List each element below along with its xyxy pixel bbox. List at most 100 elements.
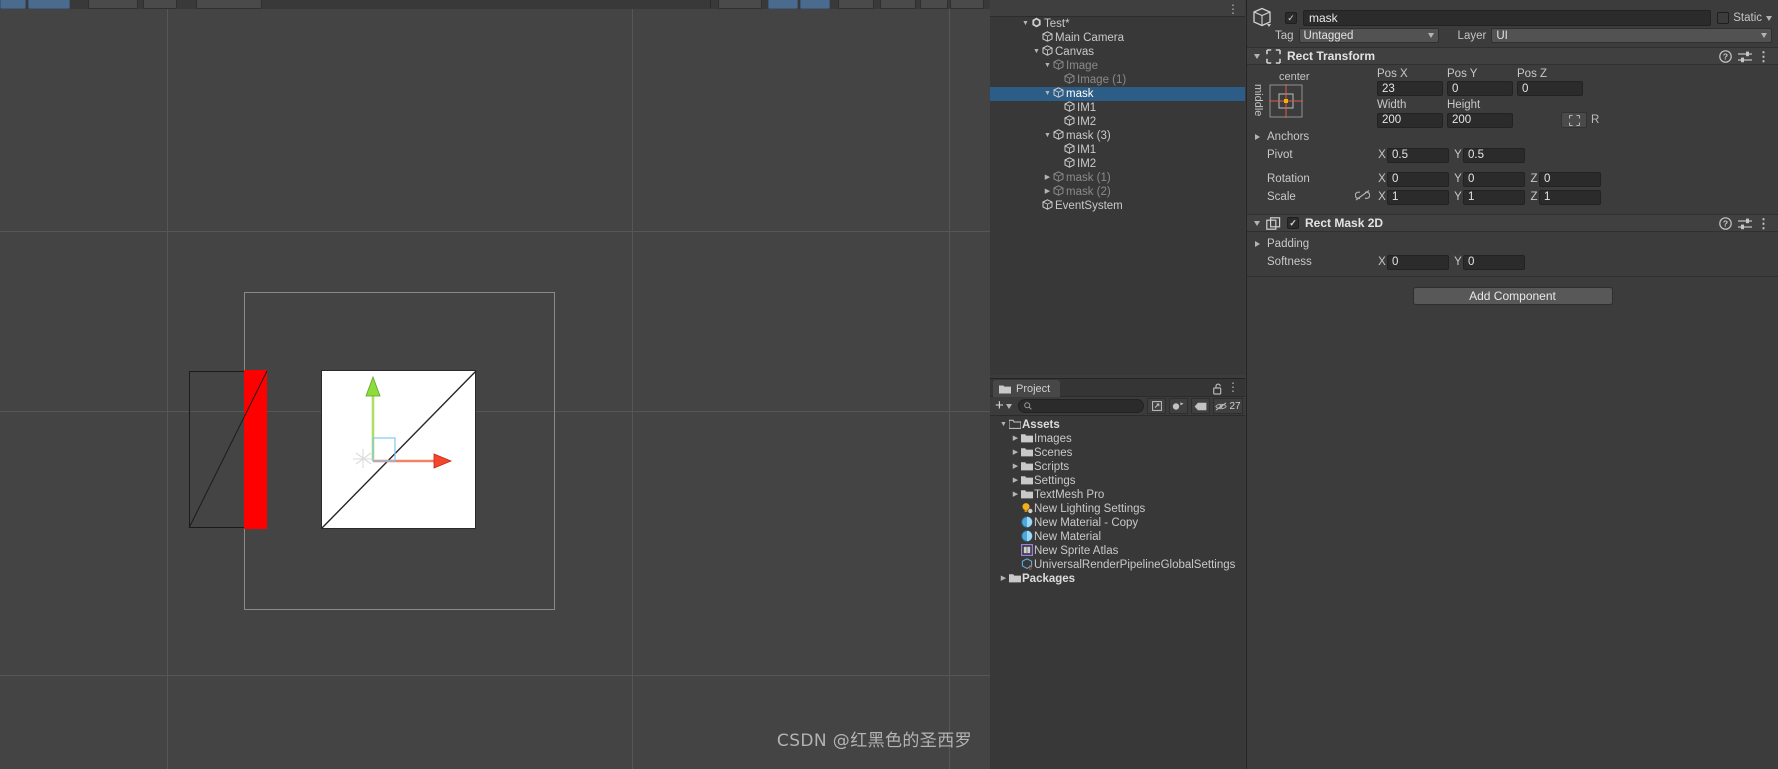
toolbar-button-layers[interactable] [920,0,948,9]
gameobject-name-field[interactable]: mask [1303,10,1712,26]
hierarchy-item-mask[interactable]: ▼ mask [990,87,1245,101]
project-item-textmesh-pro[interactable]: ▶ TextMesh Pro [990,488,1245,502]
project-item-assets[interactable]: ▼ Assets [990,418,1245,432]
softness-x-field[interactable]: 0 [1387,254,1449,270]
collapse-triangle-icon[interactable]: ▼ [1042,87,1053,101]
expand-triangle-icon[interactable]: ▶ [1010,446,1021,460]
collapse-triangle-icon[interactable]: ▼ [1031,45,1042,59]
project-filter-by-label-icon[interactable] [1191,398,1210,414]
static-toggle-group[interactable]: Static [1717,12,1778,24]
height-field[interactable]: 200 [1447,112,1513,128]
hierarchy-item-im1[interactable]: ▶ IM1 [990,101,1245,115]
component-kebab-menu-icon[interactable]: ⋮ [1757,216,1770,232]
toolbar-button-step[interactable] [838,0,874,9]
project-item-scenes[interactable]: ▶ Scenes [990,446,1245,460]
expand-triangle-icon[interactable]: ▶ [1010,488,1021,502]
project-item-new-material-copy[interactable]: ▶ New Material - Copy [990,515,1245,530]
hierarchy-item-mask-2[interactable]: ▶ mask (2) [990,185,1245,199]
hierarchy-item-mask-1[interactable]: ▶ mask (1) [990,171,1245,185]
preset-icon[interactable] [1738,51,1752,66]
scale-x-field[interactable]: 1 [1387,189,1449,205]
collapse-triangle-icon[interactable]: ▼ [1042,129,1053,143]
hierarchy-item-im2[interactable]: ▶ IM2 [990,157,1245,171]
hierarchy-kebab-menu-icon[interactable]: ⋮ [1227,2,1240,16]
add-component-button[interactable]: Add Component [1412,287,1613,305]
padding-foldout[interactable]: Padding [1247,235,1778,253]
project-tree[interactable]: ▼ Assets ▶ Images ▶ Scenes ▶ Scripts ▶ Settings ▶ T… [990,416,1245,586]
project-item-new-sprite-atlas[interactable]: ▶ New Sprite Atlas [990,543,1245,558]
expand-triangle-icon[interactable]: ▶ [1010,460,1021,474]
tab-project[interactable]: Project [993,380,1061,397]
expand-triangle-icon[interactable]: ▶ [998,572,1009,586]
softness-y-field[interactable]: 0 [1463,254,1525,270]
pivot-x-field[interactable]: 0.5 [1387,147,1449,163]
raw-edit-mode-button[interactable]: R [1591,114,1599,126]
toolbar-button-hand-tool[interactable] [0,0,26,9]
project-item-new-material[interactable]: ▶ New Material [990,529,1245,544]
expand-triangle-icon[interactable]: ▶ [1010,432,1021,446]
hierarchy-item-test[interactable]: ▼ Test* [990,17,1245,31]
project-item-packages[interactable]: ▶ Packages [990,572,1245,586]
project-item-images[interactable]: ▶ Images [990,432,1245,446]
toolbar-button-pivot[interactable] [88,0,138,9]
help-icon[interactable]: ? [1719,50,1732,66]
static-dropdown-icon[interactable] [1766,15,1772,21]
rotation-y-field[interactable]: 0 [1463,171,1525,187]
static-checkbox[interactable] [1717,12,1730,24]
hierarchy-item-im1[interactable]: ▶ IM1 [990,143,1245,157]
rotation-x-field[interactable]: 0 [1387,171,1449,187]
project-filter-by-type-icon[interactable] [1169,398,1188,414]
collapse-triangle-icon[interactable]: ▼ [1020,17,1031,31]
blueprint-mode-button[interactable] [1561,112,1587,128]
expand-triangle-icon[interactable]: ▶ [1042,185,1053,199]
tag-dropdown[interactable]: Untagged [1298,28,1439,43]
component-kebab-menu-icon[interactable]: ⋮ [1757,49,1770,65]
rotation-z-field[interactable]: 0 [1539,171,1601,187]
hierarchy-tree[interactable]: ▼Test*▶Main Camera▼Canvas▼Image▶Image (1… [990,17,1245,213]
pos-x-field[interactable]: 23 [1377,81,1443,96]
project-create-button[interactable]: + [992,398,1015,413]
hierarchy-item-image-1[interactable]: ▶ Image (1) [990,73,1245,87]
collapse-triangle-icon[interactable] [1254,220,1260,226]
pos-z-field[interactable]: 0 [1517,81,1583,96]
hierarchy-item-eventsystem[interactable]: ▶ EventSystem [990,199,1245,213]
gameobject-enabled-checkbox[interactable]: ✓ [1285,12,1297,24]
project-search-input[interactable] [1017,399,1144,413]
project-lock-open-icon[interactable] [1213,382,1223,400]
layer-dropdown[interactable]: UI [1491,28,1772,43]
pos-y-field[interactable]: 0 [1447,81,1513,96]
component-header-rect-mask-2d[interactable]: ✓ Rect Mask 2D ? ⋮ [1247,214,1778,232]
project-open-search-window-icon[interactable] [1147,398,1166,414]
pivot-y-field[interactable]: 0.5 [1463,147,1525,163]
collapse-triangle-icon[interactable] [1254,53,1260,59]
toolbar-button-cloud[interactable] [880,0,916,9]
collapse-triangle-icon[interactable]: ▼ [998,418,1009,432]
toolbar-button-move-tool[interactable] [28,0,70,9]
rect-mask-2d-enabled-checkbox[interactable]: ✓ [1287,217,1299,229]
project-kebab-menu-icon[interactable]: ⋮ [1227,380,1239,394]
scale-link-off-icon[interactable] [1354,190,1377,204]
hierarchy-item-main-camera[interactable]: ▶ Main Camera [990,31,1245,45]
project-item-settings[interactable]: ▶ Settings [990,474,1245,488]
scene-view[interactable]: CSDN @红黑色的圣西罗 [0,9,990,769]
toolbar-button-layout[interactable] [950,0,984,9]
move-gizmo[interactable] [338,369,463,479]
toolbar-button-account[interactable] [718,0,762,9]
preset-icon[interactable] [1738,218,1752,233]
toolbar-button-play[interactable] [768,0,798,9]
scale-y-field[interactable]: 1 [1463,189,1525,205]
anchors-foldout[interactable]: Anchors [1247,128,1778,146]
project-item-scripts[interactable]: ▶ Scripts [990,460,1245,474]
hierarchy-item-im2[interactable]: ▶ IM2 [990,115,1245,129]
toolbar-button-rect-tool[interactable] [143,0,177,9]
hierarchy-item-image[interactable]: ▼ Image [990,59,1245,73]
scale-z-field[interactable]: 1 [1539,189,1601,205]
project-item-universalrenderpipelineglobalsettings[interactable]: ▶ {}UniversalRenderPipelineGlobalSettings [990,557,1245,572]
toolbar-button-pause[interactable] [800,0,830,9]
component-header-rect-transform[interactable]: Rect Transform ? ⋮ [1247,47,1778,65]
hierarchy-item-mask-3[interactable]: ▼ mask (3) [990,129,1245,143]
project-item-new-lighting-settings[interactable]: ▶ New Lighting Settings [990,502,1245,516]
expand-triangle-icon[interactable]: ▶ [1042,171,1053,185]
toolbar-button-snap[interactable] [196,0,262,9]
expand-triangle-icon[interactable] [1255,134,1260,140]
